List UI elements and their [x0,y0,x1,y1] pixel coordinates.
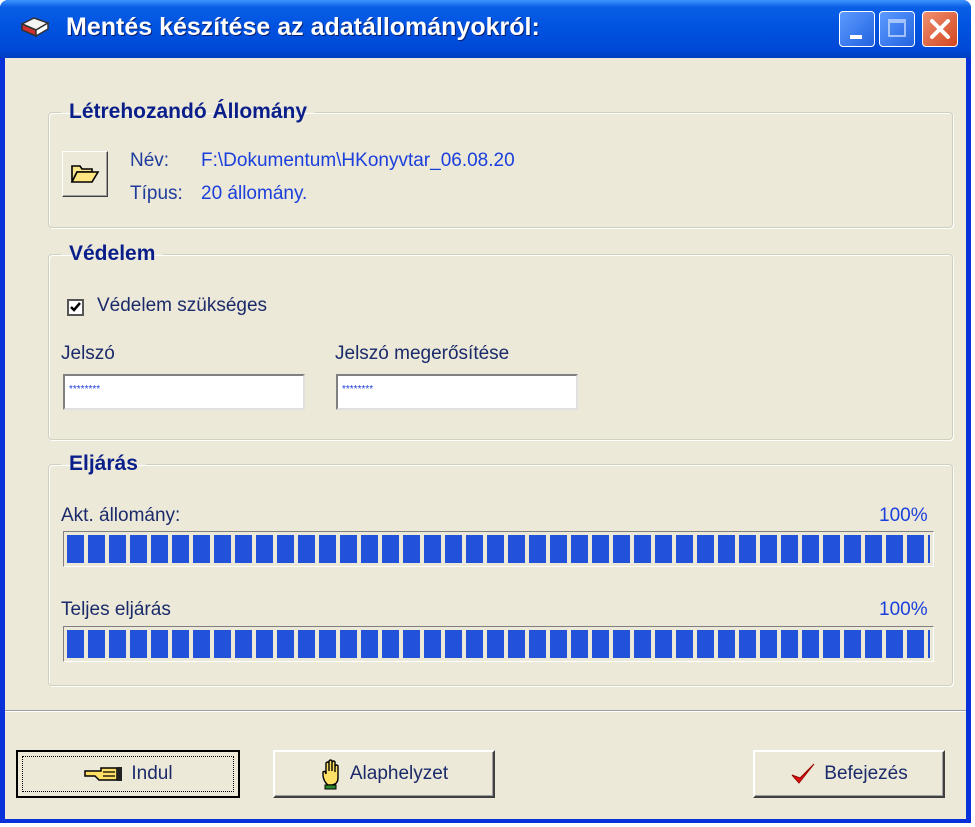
type-label: Típus: [130,183,183,204]
folder-open-icon [70,165,100,183]
name-label: Név: [130,150,170,171]
file-group-legend: Létrehozandó Állomány [69,100,308,123]
total-process-progress-fill [67,630,930,658]
start-button[interactable]: Indul [16,750,240,798]
process-group-legend: Eljárás [69,452,138,475]
minimize-icon [850,35,862,39]
button-divider [5,710,966,712]
book-icon [20,14,50,42]
hand-stop-icon [322,759,339,790]
password-input[interactable]: ******** [63,374,305,410]
protection-checkbox[interactable] [67,299,84,316]
protection-checkbox-label[interactable]: Védelem szükséges [97,295,267,317]
title-bar[interactable]: Mentés készítése az adatállományokról: [0,0,971,58]
total-process-progress [63,626,934,662]
type-value: 20 állomány. [201,183,308,204]
dialog-window: Mentés készítése az adatállományokról: L… [0,0,971,823]
current-file-progress [63,531,934,567]
current-file-percent: 100% [879,505,928,526]
maximize-icon [888,19,906,37]
finish-button[interactable]: Befejezés [753,750,945,798]
window-bottom-border [0,819,971,823]
dialog-body: Létrehozandó Állomány Név: F:\Dokumentum… [5,58,966,819]
password-label: Jelszó [61,343,115,364]
close-button[interactable] [922,11,958,47]
checkmark-red-icon [791,763,815,784]
finish-button-label: Befejezés [824,763,908,784]
reset-button[interactable]: Alaphelyzet [273,750,495,798]
total-process-label: Teljes eljárás [61,599,171,620]
browse-file-button[interactable] [62,151,108,197]
reset-button-label: Alaphelyzet [349,763,449,784]
minimize-button[interactable] [839,11,875,47]
checkmark-icon [70,302,81,312]
window-title: Mentés készítése az adatállományokról: [66,13,540,41]
close-icon [930,19,950,39]
protection-group: Védelem [48,242,953,440]
focus-rect [22,756,234,792]
confirm-password-label: Jelszó megerősítése [335,343,510,364]
total-process-percent: 100% [879,599,928,620]
protection-group-legend: Védelem [69,242,156,265]
maximize-button[interactable] [879,11,915,47]
current-file-label: Akt. állomány: [61,505,181,526]
confirm-password-input[interactable]: ******** [336,374,578,410]
current-file-progress-fill [67,535,930,563]
name-value: F:\Dokumentum\HKonyvtar_06.08.20 [201,150,515,171]
